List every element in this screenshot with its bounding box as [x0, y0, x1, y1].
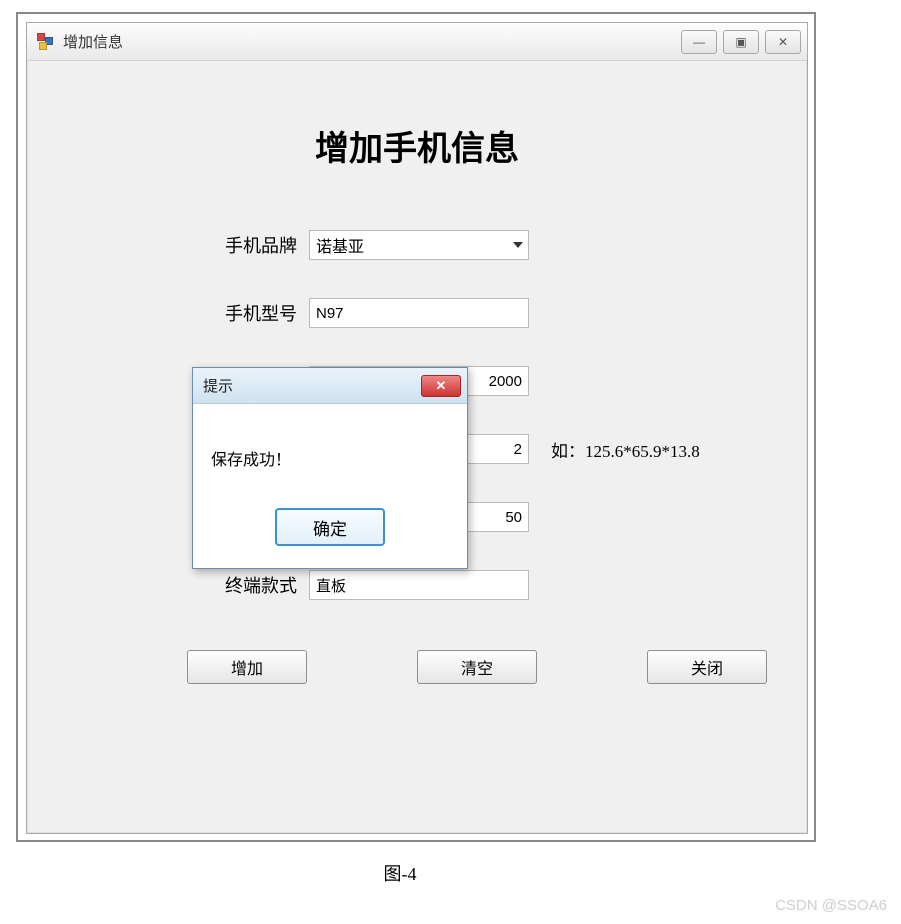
style-label: 终端款式: [187, 572, 297, 598]
add-button[interactable]: 增加: [187, 650, 307, 684]
titlebar: 增加信息 — ▣ ✕: [27, 23, 807, 61]
dialog-footer: 确定: [193, 494, 467, 560]
main-window: 增加信息 — ▣ ✕ 增加手机信息 手机品牌 诺基亚 手机型号: [26, 22, 808, 834]
dialog-title-text: 提示: [203, 375, 421, 396]
app-icon: [37, 33, 55, 51]
close-window-button[interactable]: ✕: [765, 30, 801, 54]
watermark: CSDN @SSOA6: [775, 897, 887, 914]
field-model: 手机型号: [67, 298, 767, 328]
dialog-titlebar: 提示 ✕: [193, 368, 467, 404]
brand-label: 手机品牌: [187, 232, 297, 258]
style-input[interactable]: [309, 570, 529, 600]
model-label: 手机型号: [187, 300, 297, 326]
clear-button[interactable]: 清空: [417, 650, 537, 684]
field-style: 终端款式: [67, 570, 767, 600]
document-frame: 增加信息 — ▣ ✕ 增加手机信息 手机品牌 诺基亚 手机型号: [16, 12, 816, 842]
brand-select[interactable]: 诺基亚: [309, 230, 529, 260]
field-brand: 手机品牌 诺基亚: [67, 230, 767, 260]
dialog-message: 保存成功！: [193, 404, 467, 494]
dialog-close-button[interactable]: ✕: [421, 375, 461, 397]
brand-select-value: 诺基亚: [309, 230, 529, 260]
message-dialog: 提示 ✕ 保存成功！ 确定: [192, 367, 468, 569]
form-heading: 增加手机信息: [67, 121, 767, 170]
close-button[interactable]: 关闭: [647, 650, 767, 684]
window-title: 增加信息: [63, 31, 681, 52]
size-hint: 如：125.6*65.9*13.8: [551, 437, 700, 462]
dialog-ok-button[interactable]: 确定: [275, 508, 385, 546]
button-row: 增加 清空 关闭: [67, 650, 767, 684]
figure-caption: 图-4: [0, 860, 800, 886]
maximize-button[interactable]: ▣: [723, 30, 759, 54]
chevron-down-icon: [513, 242, 523, 248]
window-controls: — ▣ ✕: [681, 30, 801, 54]
model-input[interactable]: [309, 298, 529, 328]
minimize-button[interactable]: —: [681, 30, 717, 54]
